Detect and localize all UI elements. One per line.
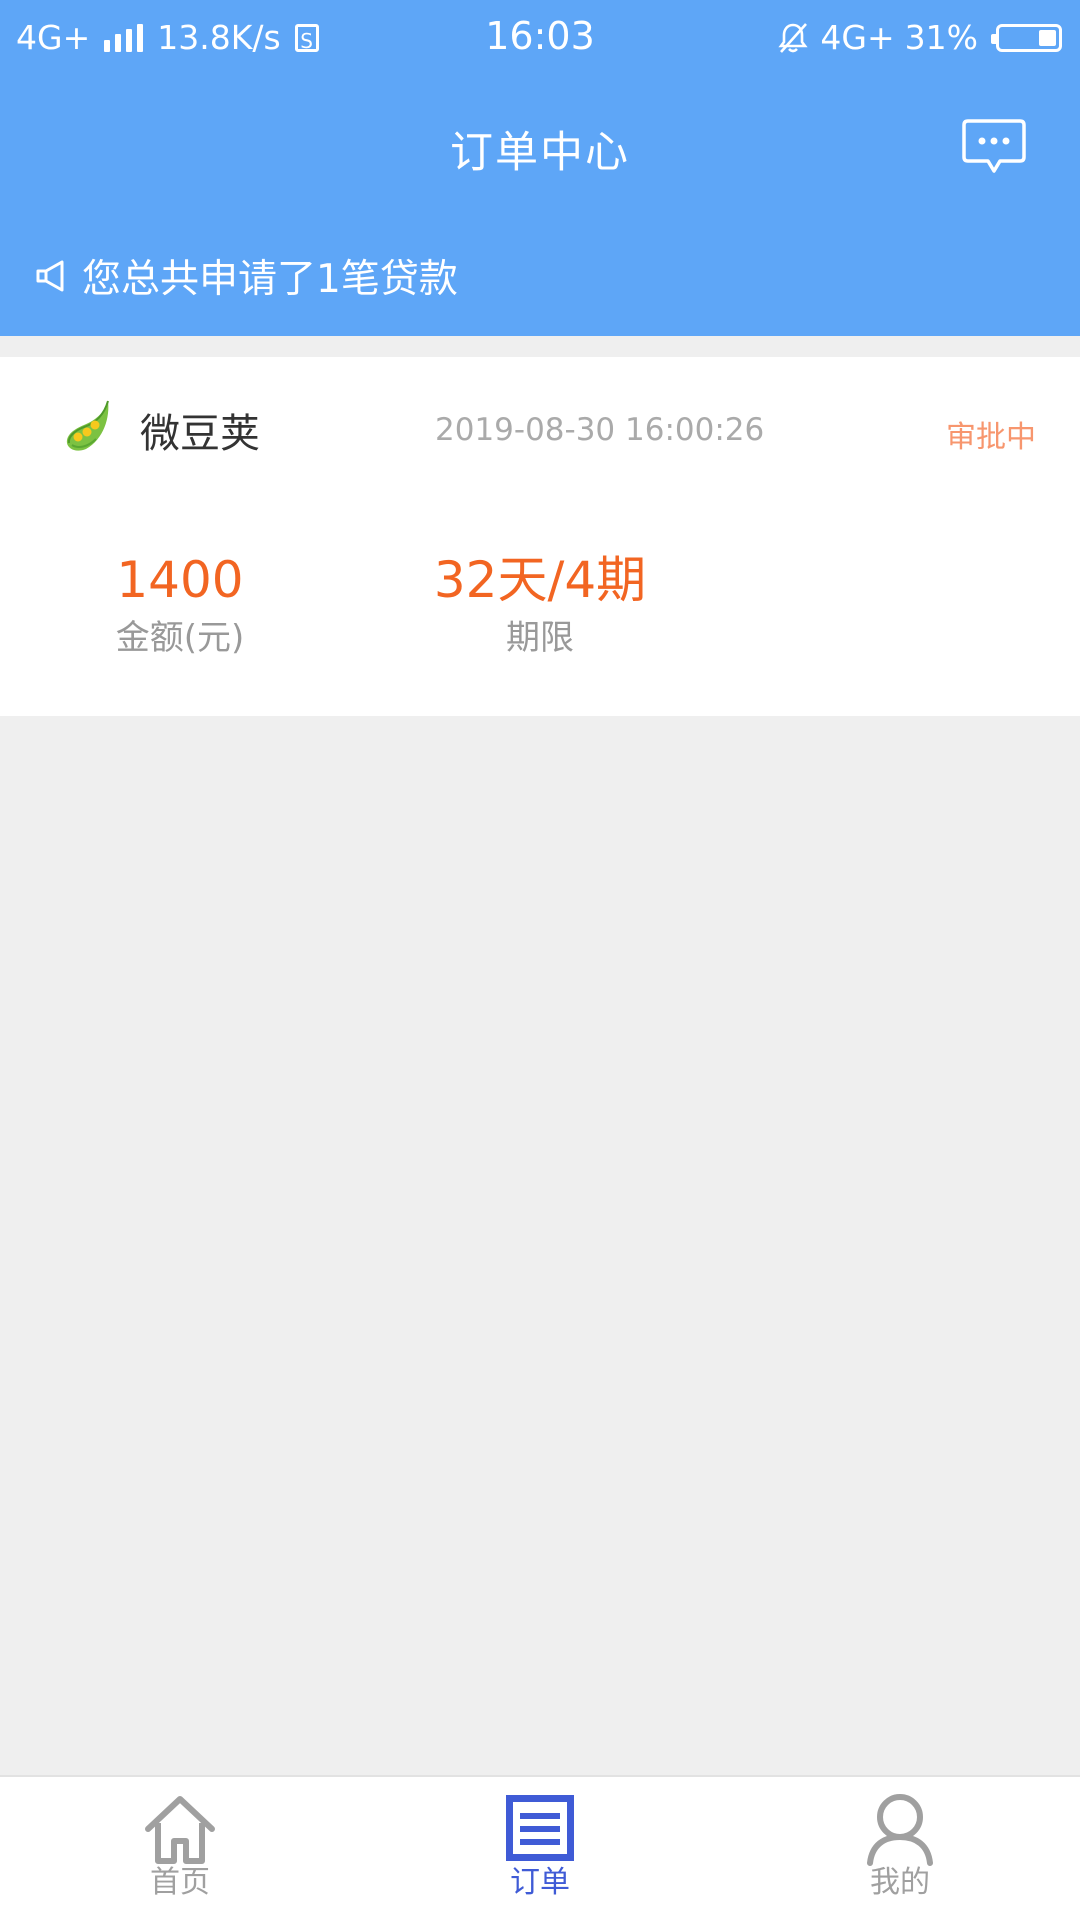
tab-home[interactable]: 首页 [80, 1789, 280, 1914]
lender-name: 微豆荚 [140, 411, 260, 457]
home-icon [145, 1796, 215, 1864]
bottom-tab-bar: 首页 订单 我的 [0, 1775, 1080, 1920]
pea-pod-logo [66, 400, 109, 451]
tab-mine-label: 我的 [870, 1865, 930, 1900]
tab-orders[interactable]: 订单 [440, 1789, 640, 1914]
header-region: 4G+ 13.8K/s S 16:03 4G+ 31% 订单中心 您总共申请了1… [0, 0, 1080, 336]
tab-mine[interactable]: 我的 [800, 1789, 1000, 1914]
battery-level-fill [1039, 29, 1056, 46]
user-icon [867, 1794, 933, 1866]
order-datetime: 2019-08-30 16:00:26 [435, 412, 765, 448]
network-type-right-label: 4G+ [820, 18, 895, 57]
term-label: 期限 [506, 618, 574, 658]
tab-orders-label: 订单 [510, 1865, 570, 1900]
amount-value: 1400 [116, 551, 244, 609]
amount-label: 金额(元) [115, 618, 245, 658]
status-bar: 4G+ 13.8K/s S 16:03 4G+ 31% [0, 0, 1080, 76]
battery-icon [991, 23, 1062, 52]
notice-text: 您总共申请了1笔贷款 [82, 257, 458, 302]
order-list-icon [506, 1795, 574, 1861]
battery-percent-label: 31% [904, 18, 978, 57]
status-bar-right: 4G+ 31% [776, 18, 1062, 57]
chat-bubble-icon [962, 119, 1026, 173]
term-value: 32天/4期 [433, 551, 647, 609]
tab-home-label: 首页 [150, 1865, 210, 1900]
amount-stat: 1400 金额(元) [80, 547, 280, 663]
message-button[interactable] [962, 117, 1026, 177]
loan-count-notice: 您总共申请了1笔贷款 [34, 248, 458, 304]
status-badge: 审批中 [946, 420, 1036, 455]
term-stat: 32天/4期 期限 [400, 547, 680, 663]
page-title: 订单中心 [450, 128, 630, 178]
order-card[interactable]: 微豆荚 2019-08-30 16:00:26 审批中 1400 金额(元) 3… [0, 357, 1080, 716]
megaphone-icon [36, 260, 64, 292]
mute-bell-icon [778, 22, 809, 53]
